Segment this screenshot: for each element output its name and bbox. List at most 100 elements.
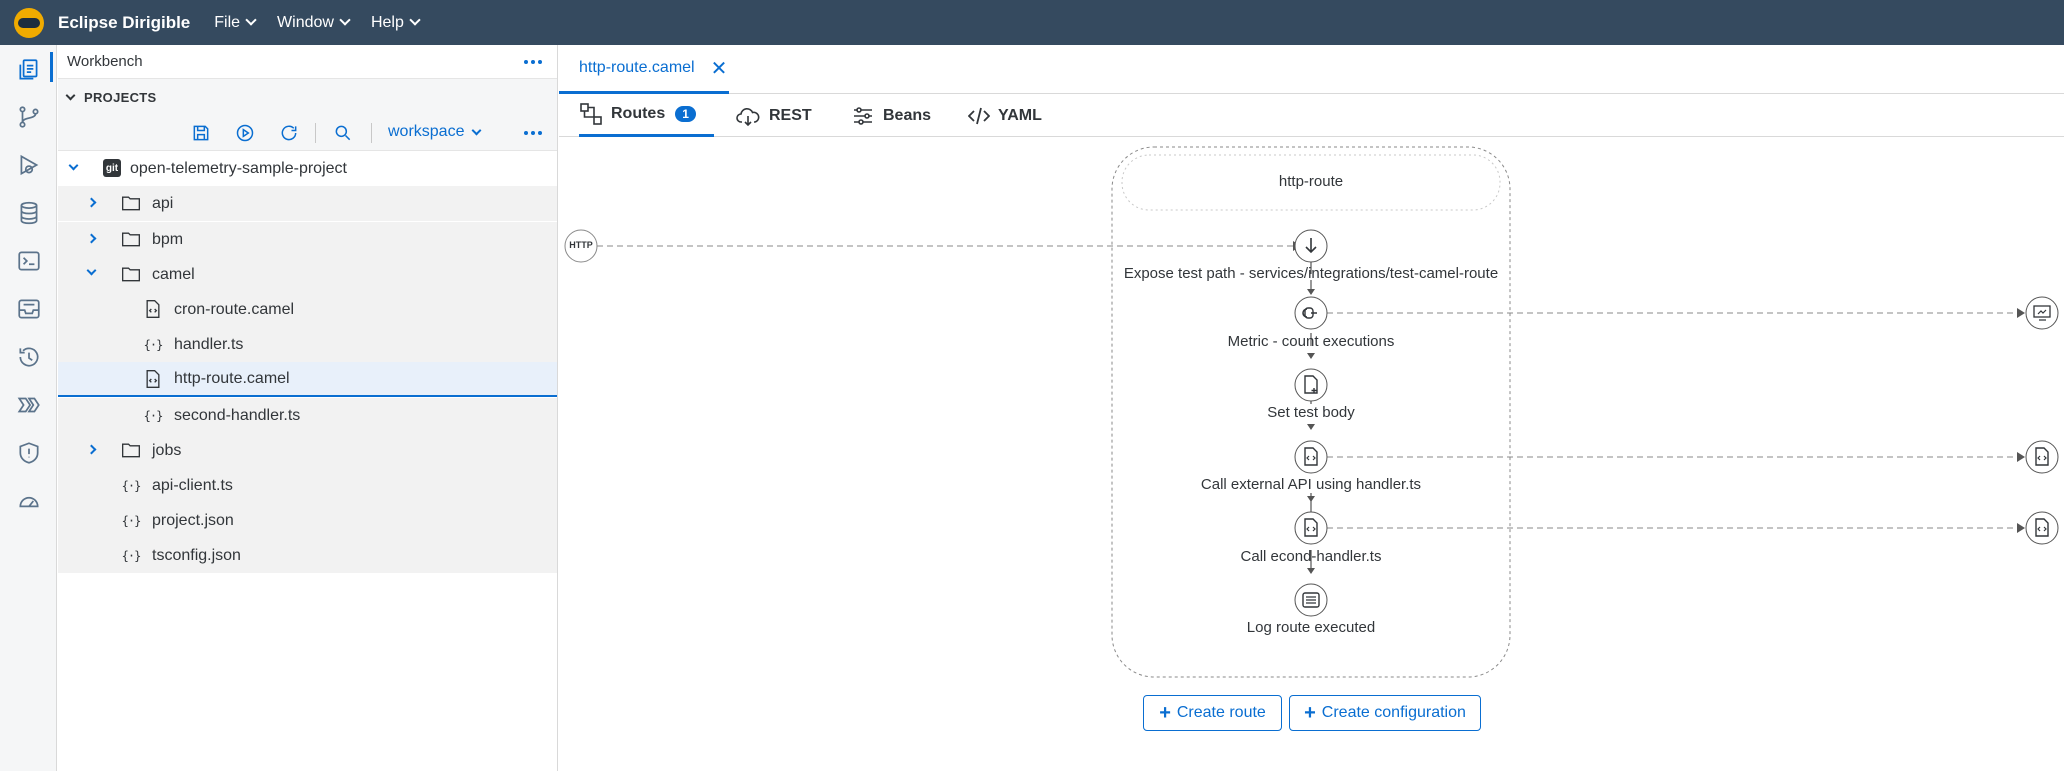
handler-bean-node[interactable] [2025,440,2059,474]
plus-icon: + [1304,701,1316,724]
pipeline-icon[interactable] [0,383,57,427]
editor-tab-bar: http-route.camel ✕ [559,45,2064,94]
cloud-icon [736,107,760,126]
tree-item-project[interactable]: git open-telemetry-sample-project [58,151,557,186]
folder-icon [121,193,141,213]
chevron-down-icon [409,14,421,26]
step-metric-node[interactable] [1294,296,1328,330]
tab-yaml-label: YAML [998,106,1042,124]
projects-icon[interactable] [0,48,57,92]
editor-area: http-route.camel ✕ Routes 1 REST Beans Y… [559,45,2064,771]
workspace-label: workspace [388,123,465,140]
create-route-label: Create route [1176,704,1266,721]
chevron-right-icon[interactable] [86,444,97,455]
workbench-header: Workbench [58,45,557,79]
search-icon[interactable] [331,121,355,145]
dirigible-logo [14,7,44,38]
plus-icon: + [1159,701,1171,724]
dashboard-icon[interactable] [0,479,57,523]
more-icon[interactable] [524,60,542,64]
save-all-icon[interactable] [189,121,213,145]
code-file-icon: {·} [121,514,142,528]
http-badge: HTTP [569,240,593,250]
step-setbody-node[interactable] [1294,368,1328,402]
more-icon[interactable] [524,131,542,135]
chevron-right-icon[interactable] [86,197,97,208]
tree-item-label: project.json [152,511,234,529]
menu-file-label: File [214,13,241,31]
chevron-down-icon [65,90,76,100]
tab-label: http-route.camel [579,59,695,76]
tab-rest[interactable]: REST [735,94,812,137]
chevron-down-icon [472,125,482,135]
chevron-down-icon[interactable] [68,160,79,171]
camel-file-icon [143,369,163,389]
git-icon: git [102,158,122,178]
activity-bar [0,45,57,771]
run-icon[interactable] [233,121,257,145]
step-label: Call econd-handler.ts [1240,548,1382,565]
tree-item-folder[interactable]: bpm [58,222,557,257]
chevron-down-icon [245,14,257,26]
step-log-node[interactable] [1294,583,1328,617]
code-file-icon: {·} [143,409,164,423]
tree-item-file[interactable]: {·} handler.ts [58,327,557,362]
tree-item-file[interactable]: {·} tsconfig.json [58,538,557,573]
metrics-endpoint-node[interactable] [2025,296,2059,330]
debug-icon[interactable] [0,143,57,187]
inbox-icon[interactable] [0,287,57,331]
tab-http-route-camel[interactable]: http-route.camel ✕ [559,45,729,94]
tab-routes-label: Routes [611,105,666,122]
security-icon[interactable] [0,431,57,475]
create-configuration-button[interactable]: + Create configuration [1289,695,1481,731]
chevron-down-icon [339,14,351,26]
create-configuration-label: Create configuration [1321,704,1466,721]
step-from-node[interactable] [1294,229,1328,263]
menu-window[interactable]: Window [277,13,351,32]
tree-item-label: open-telemetry-sample-project [130,159,347,177]
database-icon[interactable] [0,191,57,235]
step-call-handler-node[interactable] [1294,440,1328,474]
second-handler-bean-node[interactable] [2025,511,2059,545]
tree-item-label: tsconfig.json [152,546,241,564]
tree-item-file[interactable]: {·} project.json [58,503,557,538]
tree-item-file[interactable]: {·} api-client.ts [58,468,557,503]
terminal-icon[interactable] [0,239,57,283]
tree-item-label: camel [152,265,195,283]
projects-section-title: PROJECTS [84,89,157,105]
menu-help-label: Help [370,13,404,31]
tree-item-file[interactable]: cron-route.camel [58,292,557,327]
history-icon[interactable] [0,335,57,379]
step-call-second-handler-node[interactable] [1294,511,1328,545]
tree-item-folder[interactable]: api [58,186,557,221]
tree-item-label: second-handler.ts [174,406,301,424]
tree-item-folder[interactable]: camel [58,257,557,292]
create-route-button[interactable]: + Create route [1143,695,1282,731]
step-label: Set test body [1267,404,1355,421]
git-icon[interactable] [0,95,57,139]
tab-routes[interactable]: Routes 1 [579,94,714,137]
chevron-down-icon[interactable] [86,265,97,276]
tab-yaml[interactable]: YAML [968,94,1042,137]
tree-item-label: api-client.ts [152,476,233,494]
routes-icon [580,103,602,125]
projects-toolbar: workspace [58,115,557,151]
projects-section-header[interactable]: PROJECTS [58,79,557,115]
tree-item-label: jobs [152,441,182,459]
menu-file[interactable]: File [214,13,257,32]
folder-icon [121,440,141,460]
menu-window-label: Window [277,13,334,31]
close-icon[interactable]: ✕ [711,56,728,81]
tree-item-label: bpm [152,230,184,248]
menu-help[interactable]: Help [370,13,421,32]
chevron-right-icon[interactable] [86,233,97,244]
refresh-icon[interactable] [277,121,301,145]
tree-item-file[interactable]: {·} second-handler.ts [58,398,557,433]
tab-beans[interactable]: Beans [851,94,931,137]
route-diagram [564,146,2059,678]
tree-item-folder[interactable]: jobs [58,433,557,468]
step-label: Log route executed [1246,619,1376,636]
workspace-select[interactable]: workspace [388,123,482,141]
tree-item-file[interactable]: http-route.camel [58,362,557,397]
tree-item-label: handler.ts [174,335,244,353]
